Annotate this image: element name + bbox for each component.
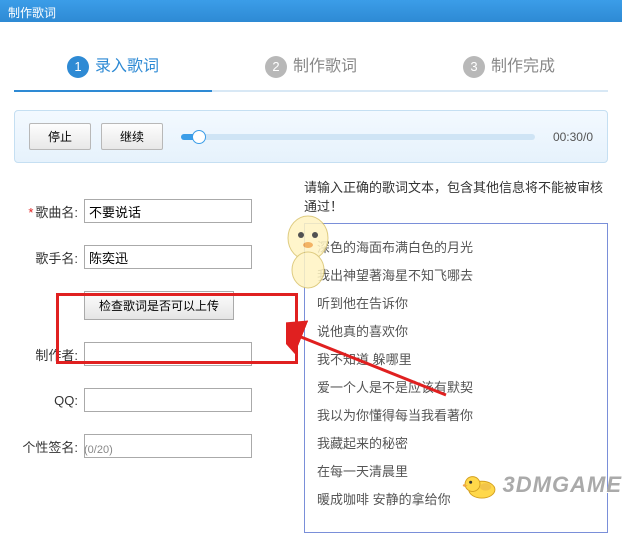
step-tabs: 1 录入歌词 2 制作歌词 3 制作完成 bbox=[14, 42, 608, 92]
lyric-line: 深色的海面布满白色的月光 bbox=[317, 234, 595, 262]
lyric-line: 说他真的喜欢你 bbox=[317, 318, 595, 346]
step-1[interactable]: 1 录入歌词 bbox=[14, 42, 212, 90]
step-3-label: 制作完成 bbox=[491, 58, 555, 75]
stop-button[interactable]: 停止 bbox=[29, 123, 91, 150]
step-2-num: 2 bbox=[265, 56, 287, 78]
progress-thumb[interactable] bbox=[192, 130, 206, 144]
duck-icon bbox=[461, 471, 499, 499]
song-name-label: *歌曲名: bbox=[14, 202, 78, 221]
singer-name-input[interactable] bbox=[84, 245, 252, 269]
step-1-num: 1 bbox=[67, 56, 89, 78]
check-upload-button[interactable]: 检查歌词是否可以上传 bbox=[84, 291, 234, 320]
song-name-input[interactable] bbox=[84, 199, 252, 223]
lyric-line: 爱一个人是不是应该有默契 bbox=[317, 374, 595, 402]
qq-label: QQ: bbox=[14, 393, 78, 408]
lyrics-hint: 请输入正确的歌词文本，包含其他信息将不能被审核通过！ bbox=[304, 177, 608, 215]
time-display: 00:30/0 bbox=[553, 130, 593, 144]
progress-bar[interactable] bbox=[181, 134, 535, 140]
resume-button[interactable]: 继续 bbox=[101, 123, 163, 150]
lyric-line: 我藏起来的秘密 bbox=[317, 430, 595, 458]
lyric-line: 听到他在告诉你 bbox=[317, 290, 595, 318]
author-input[interactable] bbox=[84, 342, 252, 366]
progress-track bbox=[181, 134, 535, 140]
step-2[interactable]: 2 制作歌词 bbox=[212, 42, 410, 90]
signature-label: 个性签名: bbox=[14, 437, 78, 456]
watermark: 3DMGAME bbox=[461, 471, 622, 499]
audio-player: 停止 继续 00:30/0 bbox=[14, 110, 608, 163]
lyric-line: 我出神望著海星不知飞哪去 bbox=[317, 262, 595, 290]
watermark-text: 3DMGAME bbox=[503, 472, 622, 498]
form-panel: *歌曲名: 歌手名: 检查歌词是否可以上传 制作者: QQ: 个性签名: (0/… bbox=[14, 177, 294, 533]
qq-input[interactable] bbox=[84, 388, 252, 412]
step-2-label: 制作歌词 bbox=[293, 58, 357, 75]
window-titlebar: 制作歌词 bbox=[0, 0, 622, 22]
window-title: 制作歌词 bbox=[8, 6, 56, 20]
step-3[interactable]: 3 制作完成 bbox=[410, 42, 608, 90]
singer-name-label: 歌手名: bbox=[14, 248, 78, 267]
lyric-line: 我不知道 躲哪里 bbox=[317, 346, 595, 374]
lyric-line: 我以为你懂得每当我看著你 bbox=[317, 402, 595, 430]
step-3-num: 3 bbox=[463, 56, 485, 78]
author-label: 制作者: bbox=[14, 345, 78, 364]
step-1-label: 录入歌词 bbox=[95, 58, 159, 75]
